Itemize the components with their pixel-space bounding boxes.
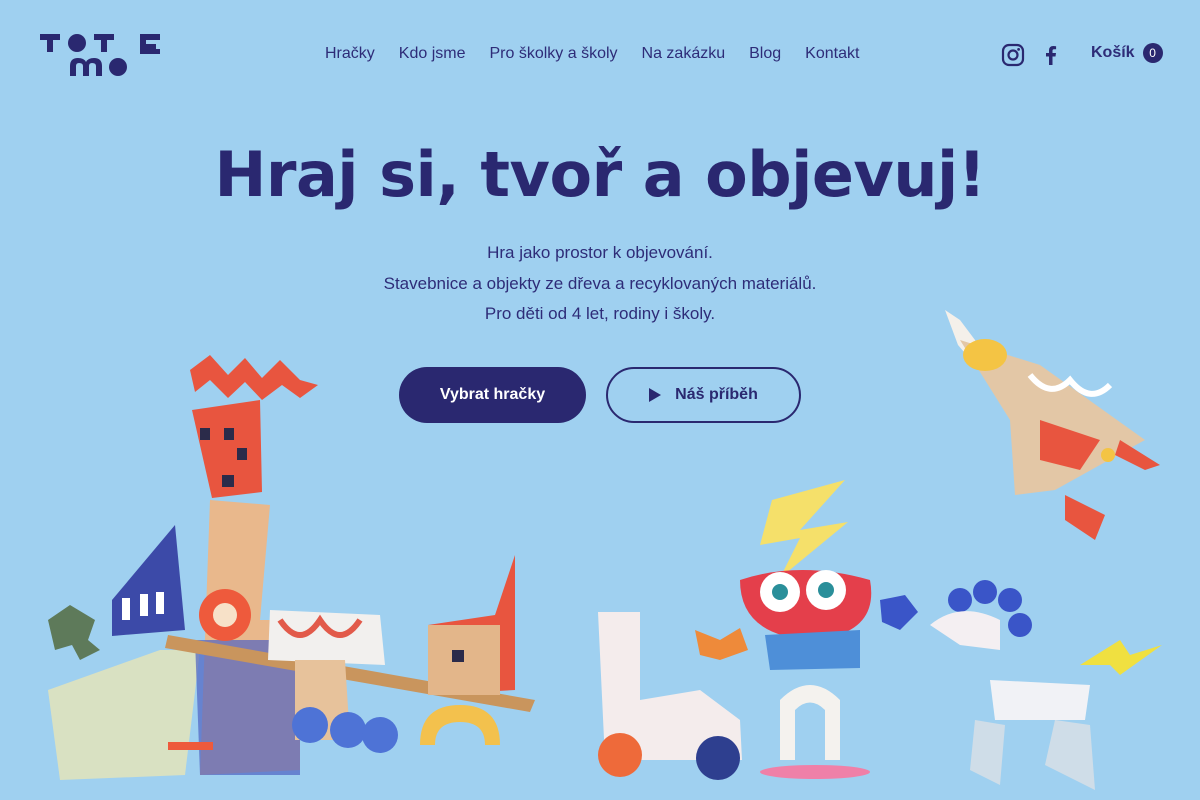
nav-item-kdo-jsme[interactable]: Kdo jsme xyxy=(387,43,478,65)
our-story-button[interactable]: Náš příběh xyxy=(606,367,801,423)
nav-item-na-zakazku[interactable]: Na zakázku xyxy=(630,43,738,65)
instagram-icon[interactable] xyxy=(1001,43,1025,67)
cart-count-badge: 0 xyxy=(1142,43,1163,63)
nav-item-blog[interactable]: Blog xyxy=(737,43,793,65)
our-story-label: Náš příběh xyxy=(675,386,758,403)
cart-label: Košík xyxy=(1091,44,1135,61)
nav-item-hracky[interactable]: Hračky xyxy=(313,43,387,65)
main-nav: Hračky Kdo jsme Pro školky a školy Na za… xyxy=(313,43,871,65)
choose-toys-button[interactable]: Vybrat hračky xyxy=(399,367,586,423)
toy-clown xyxy=(695,480,918,779)
toy-giraffe xyxy=(598,612,742,780)
hero-title: Hraj si, tvoř a objevuj! xyxy=(214,138,986,211)
hero-buttons: Vybrat hračky Náš příběh xyxy=(399,367,801,423)
hero-subtitle: Hra jako prostor k objevování. Stavebnic… xyxy=(0,238,1200,330)
nav-item-kontakt[interactable]: Kontakt xyxy=(793,43,871,65)
facebook-icon[interactable] xyxy=(1039,43,1063,67)
hero-line-1: Hra jako prostor k objevování. xyxy=(487,243,713,262)
hero-line-3: Pro děti od 4 let, rodiny i školy. xyxy=(484,304,716,323)
cart-button[interactable]: Košík 0 xyxy=(1091,43,1163,63)
hero-line-2: Stavebnice a objekty ze dřeva a recyklov… xyxy=(383,273,817,293)
nav-item-pro-skolky[interactable]: Pro školky a školy xyxy=(477,43,629,65)
totemo-logo[interactable] xyxy=(40,32,162,78)
toy-horse xyxy=(930,580,1162,790)
toy-rocket xyxy=(945,310,1160,540)
play-icon xyxy=(649,388,662,402)
site-header: Hračky Kdo jsme Pro školky a školy Na za… xyxy=(0,0,1200,110)
social-links xyxy=(1001,43,1063,67)
